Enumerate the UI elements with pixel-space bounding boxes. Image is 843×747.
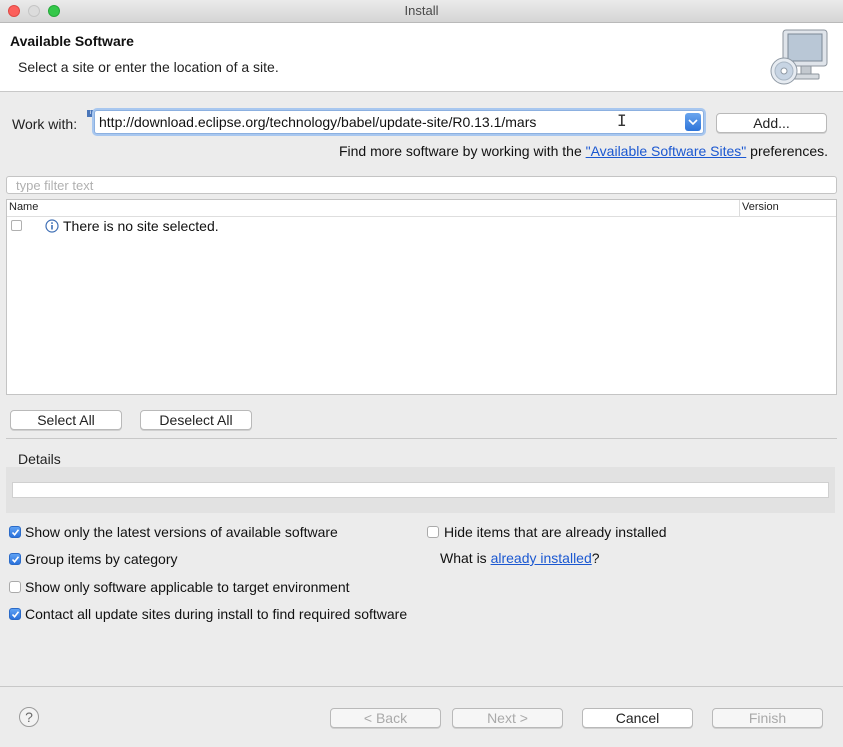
text-cursor-icon: I <box>617 111 627 130</box>
details-panel <box>6 467 835 513</box>
back-button[interactable]: < Back <box>330 708 441 728</box>
table-header: Name Version <box>7 200 836 217</box>
minimize-window-button[interactable] <box>28 5 40 17</box>
info-decoration-icon: i <box>87 110 94 117</box>
deselect-all-button[interactable]: Deselect All <box>140 410 252 430</box>
window-title: Install <box>404 3 439 18</box>
contact-sites-label[interactable]: Contact all update sites during install … <box>25 606 407 622</box>
title-bar: Install <box>0 0 843 23</box>
zoom-window-button[interactable] <box>48 5 60 17</box>
column-header-version[interactable]: Version <box>742 201 779 213</box>
what-is-prefix: What is <box>440 550 491 566</box>
help-icon[interactable]: ? <box>19 707 39 727</box>
column-divider[interactable] <box>739 200 740 216</box>
target-environment-label[interactable]: Show only software applicable to target … <box>25 579 350 595</box>
contact-sites-checkbox[interactable] <box>9 608 21 620</box>
find-more-prefix: Find more software by working with the <box>338 143 586 159</box>
install-computer-icon <box>769 27 831 87</box>
details-text <box>12 482 829 498</box>
footer-divider <box>0 686 843 687</box>
row-message: There is no site selected. <box>63 218 219 234</box>
group-by-category-label[interactable]: Group items by category <box>25 551 178 567</box>
latest-versions-label[interactable]: Show only the latest versions of availab… <box>25 524 338 540</box>
info-icon <box>45 219 59 236</box>
find-more-suffix: preferences. <box>746 143 828 159</box>
group-by-category-checkbox[interactable] <box>9 553 21 565</box>
page-description: Select a site or enter the location of a… <box>18 59 279 75</box>
divider <box>6 438 837 439</box>
work-with-input[interactable] <box>99 113 679 131</box>
already-installed-link[interactable]: already installed <box>491 550 592 566</box>
find-more-text: Find more software by working with the "… <box>339 143 828 159</box>
work-with-label: Work with: <box>12 116 78 132</box>
add-site-button[interactable]: Add... <box>716 113 827 133</box>
table-row[interactable]: There is no site selected. <box>7 217 836 237</box>
filter-input[interactable] <box>16 178 816 192</box>
wizard-banner: Available Software Select a site or ente… <box>0 23 843 92</box>
select-all-button[interactable]: Select All <box>10 410 122 430</box>
available-software-sites-link[interactable]: "Available Software Sites" <box>586 143 747 159</box>
next-button[interactable]: Next > <box>452 708 563 728</box>
details-label: Details <box>18 451 61 467</box>
what-is-suffix: ? <box>591 550 600 566</box>
column-header-name[interactable]: Name <box>9 201 38 213</box>
hide-installed-label[interactable]: Hide items that are already installed <box>444 524 667 540</box>
page-title: Available Software <box>10 33 134 49</box>
install-window: Install Available Software Select a site… <box>0 0 843 747</box>
cancel-button[interactable]: Cancel <box>582 708 693 728</box>
finish-button[interactable]: Finish <box>712 708 823 728</box>
software-table: Name Version There is no site selected. <box>6 199 837 395</box>
row-checkbox[interactable] <box>11 220 22 231</box>
latest-versions-checkbox[interactable] <box>9 526 21 538</box>
details-group: Details <box>6 449 835 513</box>
close-window-button[interactable] <box>8 5 20 17</box>
what-is-installed-text: What is already installed? <box>440 550 600 566</box>
filter-box[interactable] <box>6 176 837 194</box>
work-with-combo[interactable] <box>94 110 704 134</box>
target-environment-checkbox[interactable] <box>9 581 21 593</box>
chevron-down-icon[interactable] <box>685 113 701 131</box>
hide-installed-checkbox[interactable] <box>427 526 439 538</box>
